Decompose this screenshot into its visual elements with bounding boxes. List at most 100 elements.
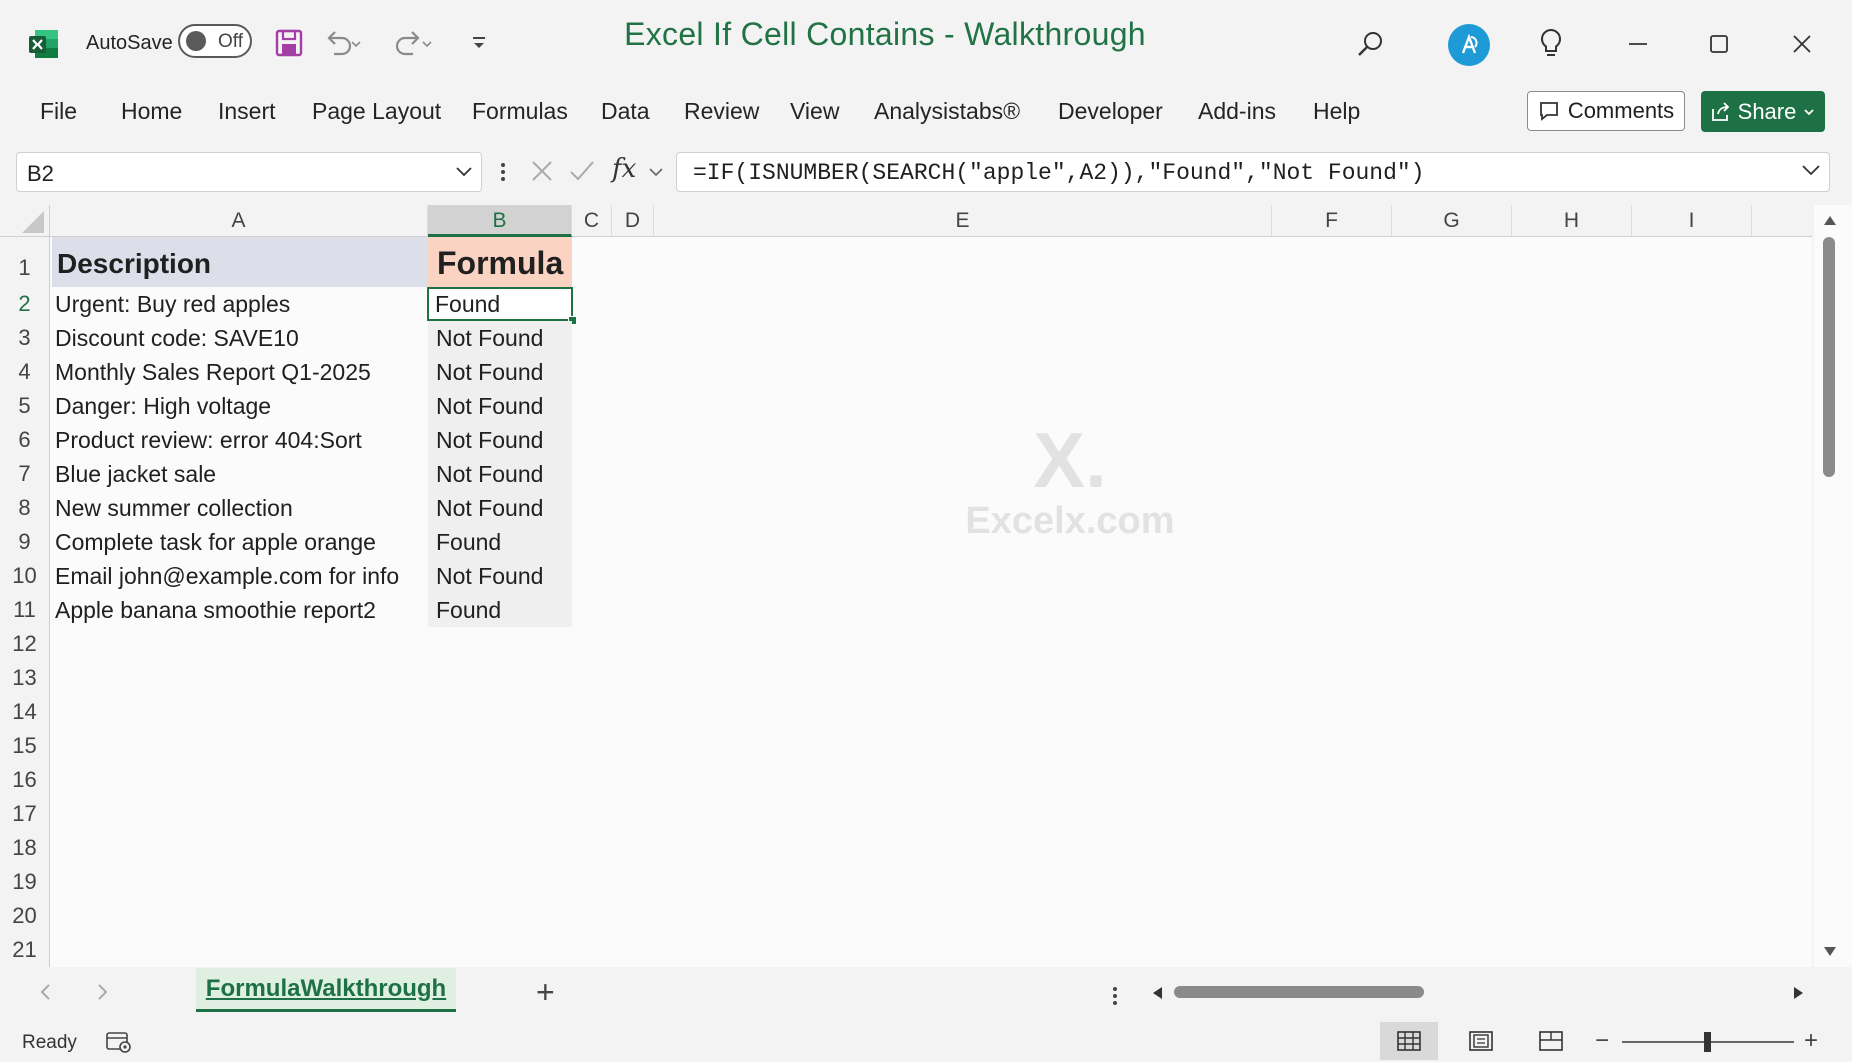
tab-review[interactable]: Review [684, 98, 759, 125]
minimize-icon[interactable] [1620, 26, 1656, 62]
tab-data[interactable]: Data [601, 98, 650, 125]
row-header[interactable]: 11 [0, 593, 50, 627]
cell-b10[interactable]: Not Found [428, 559, 572, 593]
row-header[interactable]: 6 [0, 423, 50, 457]
column-header-g[interactable]: G [1392, 205, 1512, 237]
more-options-icon[interactable] [498, 160, 508, 186]
worksheet-grid[interactable]: A B C D E F G H I 1 2 3 4 5 6 7 8 9 10 1… [0, 205, 1812, 967]
row-header[interactable]: 17 [0, 797, 50, 831]
formula-input[interactable]: =IF(ISNUMBER(SEARCH("apple",A2)),"Found"… [676, 152, 1830, 192]
row-header[interactable]: 1 [0, 237, 50, 287]
cell-a5[interactable]: Danger: High voltage [50, 389, 428, 423]
row-header[interactable]: 20 [0, 899, 50, 933]
row-header[interactable]: 18 [0, 831, 50, 865]
tab-add-ins[interactable]: Add-ins [1198, 98, 1276, 125]
undo-icon[interactable] [322, 26, 362, 60]
column-header-i[interactable]: I [1632, 205, 1752, 237]
name-box[interactable]: B2 [16, 152, 482, 192]
cell-a10[interactable]: Email john@example.com for info [50, 559, 428, 593]
cell-a8[interactable]: New summer collection [50, 491, 428, 525]
scroll-down-icon[interactable] [1822, 945, 1838, 959]
maximize-icon[interactable] [1701, 26, 1737, 62]
column-header-a[interactable]: A [50, 205, 428, 237]
row-header[interactable]: 13 [0, 661, 50, 695]
row-header[interactable]: 16 [0, 763, 50, 797]
cell-a4[interactable]: Monthly Sales Report Q1-2025 [50, 355, 428, 389]
zoom-slider[interactable] [1622, 1032, 1794, 1052]
cell-a11[interactable]: Apple banana smoothie report2 [50, 593, 428, 627]
row-header[interactable]: 10 [0, 559, 50, 593]
horizontal-scroll-thumb[interactable] [1174, 986, 1424, 998]
row-header[interactable]: 4 [0, 355, 50, 389]
lightbulb-icon[interactable] [1536, 26, 1566, 62]
sheet-tab-formulawalkthrough[interactable]: FormulaWalkthrough [196, 968, 456, 1012]
enter-formula-icon[interactable] [568, 157, 598, 187]
zoom-slider-thumb[interactable] [1704, 1032, 1711, 1052]
add-sheet-button[interactable]: + [536, 974, 555, 1011]
redo-icon[interactable] [393, 26, 433, 60]
column-header-partial[interactable] [1752, 205, 1812, 237]
save-icon[interactable] [272, 26, 306, 60]
cell-b3[interactable]: Not Found [428, 321, 572, 355]
tab-developer[interactable]: Developer [1058, 98, 1163, 125]
page-layout-view-button[interactable] [1452, 1022, 1510, 1060]
vertical-scroll-thumb[interactable] [1823, 237, 1835, 477]
cell-a3[interactable]: Discount code: SAVE10 [50, 321, 428, 355]
select-all-corner[interactable] [0, 205, 50, 237]
cell-b5[interactable]: Not Found [428, 389, 572, 423]
row-header[interactable]: 9 [0, 525, 50, 559]
row-header[interactable]: 7 [0, 457, 50, 491]
cell-a6[interactable]: Product review: error 404:Sort [50, 423, 428, 457]
sheet-next-icon[interactable] [94, 982, 114, 1004]
cell-b1[interactable]: Formula [428, 237, 572, 287]
row-header[interactable]: 2 [0, 287, 50, 321]
comments-button[interactable]: Comments [1527, 91, 1685, 131]
customize-qat-icon[interactable] [468, 32, 490, 54]
tab-help[interactable]: Help [1313, 98, 1360, 125]
autosave-toggle[interactable]: Off [178, 24, 252, 58]
account-avatar-icon[interactable] [1448, 24, 1490, 66]
share-button[interactable]: Share [1701, 91, 1825, 132]
cell-b8[interactable]: Not Found [428, 491, 572, 525]
horizontal-scrollbar[interactable] [1148, 983, 1812, 1003]
cell-b6[interactable]: Not Found [428, 423, 572, 457]
tab-view[interactable]: View [790, 98, 839, 125]
vertical-scrollbar[interactable] [1814, 205, 1852, 967]
row-header[interactable]: 8 [0, 491, 50, 525]
tab-home[interactable]: Home [121, 98, 182, 125]
cell-a2[interactable]: Urgent: Buy red apples [50, 287, 428, 321]
scroll-right-icon[interactable] [1792, 985, 1806, 1001]
search-icon[interactable] [1352, 26, 1388, 62]
close-icon[interactable] [1784, 26, 1820, 62]
tab-page-layout[interactable]: Page Layout [312, 98, 441, 125]
scroll-left-icon[interactable] [1150, 985, 1164, 1001]
cell-b4[interactable]: Not Found [428, 355, 572, 389]
tab-formulas[interactable]: Formulas [472, 98, 568, 125]
page-break-view-button[interactable] [1522, 1022, 1580, 1060]
row-header[interactable]: 14 [0, 695, 50, 729]
column-header-b[interactable]: B [428, 205, 572, 237]
cell-b7[interactable]: Not Found [428, 457, 572, 491]
scroll-up-icon[interactable] [1822, 213, 1838, 227]
tab-file[interactable]: File [40, 98, 77, 125]
cell-a9[interactable]: Complete task for apple orange [50, 525, 428, 559]
column-header-d[interactable]: D [612, 205, 654, 237]
cell-b11[interactable]: Found [428, 593, 572, 627]
zoom-in-button[interactable]: + [1804, 1027, 1818, 1055]
normal-view-button[interactable] [1380, 1022, 1438, 1060]
column-header-e[interactable]: E [654, 205, 1272, 237]
more-sheets-icon[interactable] [1110, 984, 1120, 1010]
column-header-h[interactable]: H [1512, 205, 1632, 237]
row-header[interactable]: 15 [0, 729, 50, 763]
tab-insert[interactable]: Insert [218, 98, 276, 125]
active-cell-b2[interactable]: Found [427, 287, 573, 321]
row-header[interactable]: 5 [0, 389, 50, 423]
sheet-prev-icon[interactable] [38, 982, 58, 1004]
cell-a7[interactable]: Blue jacket sale [50, 457, 428, 491]
accessibility-icon[interactable] [105, 1030, 133, 1056]
cell-b9[interactable]: Found [428, 525, 572, 559]
row-header[interactable]: 19 [0, 865, 50, 899]
expand-formula-bar-icon[interactable] [1800, 162, 1824, 182]
row-header[interactable]: 3 [0, 321, 50, 355]
row-header[interactable]: 21 [0, 933, 50, 967]
